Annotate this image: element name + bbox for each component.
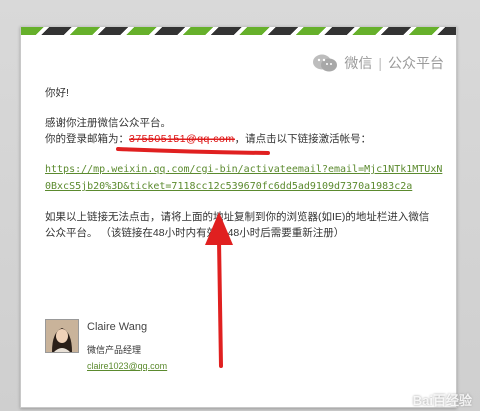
wechat-logo-icon [313, 54, 338, 72]
activation-link[interactable]: https://mp.weixin.qq.com/cgi-bin/activat… [45, 161, 445, 195]
login-email-redacted: 375505151@qq.com [129, 133, 235, 145]
brand-wechat-label: 微信 [344, 55, 373, 71]
note-line-2: 公众平台。 （该链接在48小时内有效，48小时后需要重新注册） [45, 227, 345, 239]
airmail-stripe [21, 27, 456, 35]
screenshot-frame: 微信 | 公众平台 你好! 感谢你注册微信公众平台。 你的登录邮箱为：37550… [0, 0, 480, 411]
brand-platform-label: 公众平台 [388, 55, 444, 71]
signature-block: Claire Wang 微信产品经理 claire1023@qq.com [45, 319, 167, 374]
email-body: 你好! 感谢你注册微信公众平台。 你的登录邮箱为：375505151@qq.co… [45, 85, 445, 241]
login-email-suffix: ，请点击以下链接激活帐号： [234, 133, 372, 145]
login-email-line: 你的登录邮箱为：375505151@qq.com，请点击以下链接激活帐号： [45, 131, 445, 147]
login-email-label: 你的登录邮箱为： [45, 133, 129, 145]
email-card: 微信 | 公众平台 你好! 感谢你注册微信公众平台。 你的登录邮箱为：37550… [20, 26, 457, 408]
watermark-text: Bai百经验 [412, 393, 472, 408]
thanks-text: 感谢你注册微信公众平台。 [45, 117, 171, 129]
brand-separator: | [378, 55, 382, 71]
signature-title: 微信产品经理 [87, 345, 142, 355]
person-avatar-icon [46, 320, 78, 352]
wechat-brand: 微信 | 公众平台 [312, 53, 444, 73]
avatar [45, 319, 79, 353]
baidu-watermark: Bai百经验 [413, 390, 472, 409]
greeting: 你好! [45, 87, 69, 99]
signature-name: Claire Wang [87, 321, 148, 333]
note-line-1: 如果以上链接无法点击，请将上面的地址复制到你的浏览器(如IE)的地址栏进入微信 [45, 211, 430, 223]
signature-email-link[interactable]: claire1023@qq.com [87, 361, 167, 371]
